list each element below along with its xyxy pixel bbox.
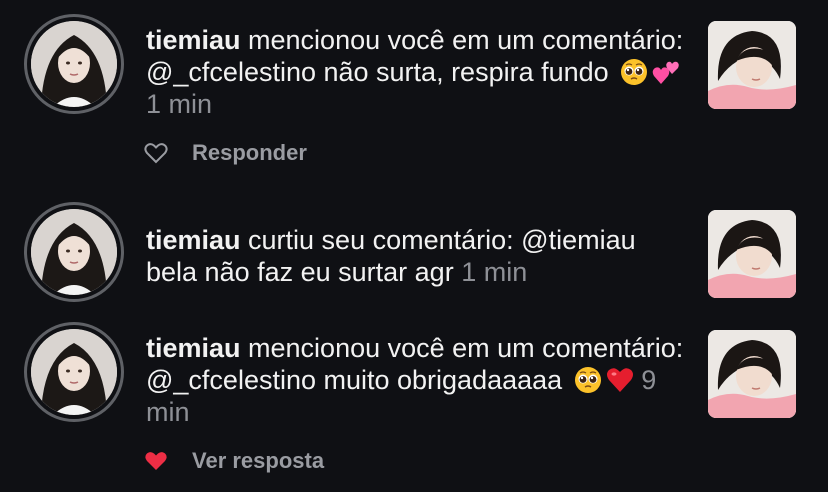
notification-text: tiemiau curtiu seu comentário: @tiemiau …: [146, 224, 686, 288]
username[interactable]: tiemiau: [146, 225, 241, 255]
timestamp: 1 min: [146, 89, 213, 119]
post-thumbnail[interactable]: [708, 330, 796, 418]
username[interactable]: tiemiau: [146, 333, 241, 363]
notification-text: tiemiau mencionou você em um comentário:…: [146, 24, 686, 120]
avatar[interactable]: [24, 14, 124, 114]
heart-filled-icon[interactable]: [144, 450, 168, 472]
post-thumbnail[interactable]: [708, 21, 796, 109]
view-reply-button[interactable]: Ver resposta: [192, 448, 324, 474]
avatar[interactable]: [24, 202, 124, 302]
pleading-face-icon: [574, 366, 602, 394]
heart-outline-icon[interactable]: [144, 142, 168, 164]
avatar-image: [31, 21, 117, 107]
reply-button[interactable]: Responder: [192, 140, 307, 166]
avatar[interactable]: [24, 322, 124, 422]
two-hearts-icon: [652, 58, 680, 86]
post-thumbnail[interactable]: [708, 210, 796, 298]
notification-actions: Responder: [144, 138, 307, 168]
avatar-image: [31, 209, 117, 295]
timestamp: 1 min: [461, 257, 528, 287]
avatar-image: [31, 329, 117, 415]
username[interactable]: tiemiau: [146, 25, 241, 55]
red-heart-icon: [606, 366, 634, 394]
pleading-face-icon: [620, 58, 648, 86]
notification-text: tiemiau mencionou você em um comentário:…: [146, 332, 686, 428]
notification-actions: Ver resposta: [144, 446, 324, 476]
activity-feed: tiemiau mencionou você em um comentário:…: [0, 0, 828, 492]
